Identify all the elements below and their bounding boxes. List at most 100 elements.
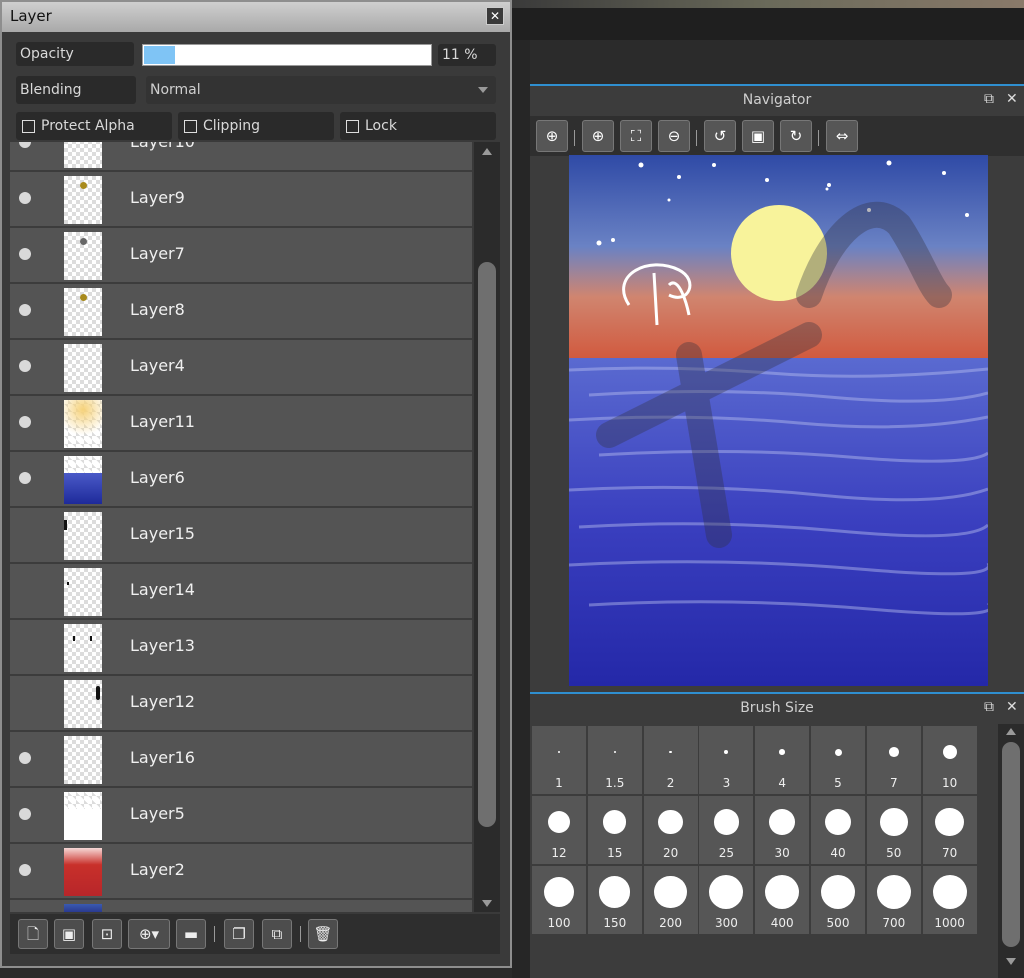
brush-size-option[interactable]: 30	[755, 796, 810, 864]
visibility-eye-icon[interactable]	[19, 360, 31, 372]
flip-horizontal-icon[interactable]: ⇔	[826, 120, 858, 152]
folder-icon[interactable]: ▬	[176, 919, 206, 949]
brush-size-option[interactable]: 1000	[922, 866, 977, 934]
brush-size-option[interactable]: 25	[699, 796, 754, 864]
brush-size-option[interactable]: 5	[811, 726, 865, 794]
opacity-slider[interactable]	[142, 44, 432, 66]
brush-size-label: 10	[941, 776, 958, 790]
brush-size-option[interactable]: 2	[643, 726, 698, 794]
layer-row[interactable]: Layer4	[10, 340, 472, 396]
close-icon[interactable]: ✕	[1006, 91, 1018, 107]
duplicate-layer-icon[interactable]: ❐	[224, 919, 254, 949]
new-halftone-layer-icon[interactable]: ⊡	[92, 919, 122, 949]
brush-dot-icon	[888, 747, 899, 757]
reset-rotation-icon[interactable]: ▣	[742, 120, 774, 152]
brush-size-option[interactable]: 3	[699, 726, 754, 794]
brush-size-option[interactable]: 200	[643, 866, 698, 934]
brush-size-option[interactable]: 7	[866, 726, 921, 794]
visibility-eye-icon[interactable]	[19, 864, 31, 876]
opacity-value-box[interactable]: 11 %	[438, 44, 496, 66]
layer-name: Layer9	[130, 188, 185, 207]
brush-dot-icon	[765, 875, 800, 909]
visibility-eye-icon[interactable]	[19, 416, 31, 428]
fit-to-window-icon[interactable]: ⛶	[620, 120, 652, 152]
zoom-actual-icon[interactable]: ⊕	[536, 120, 568, 152]
visibility-eye-icon[interactable]	[19, 142, 31, 148]
rotate-right-icon[interactable]: ↻	[780, 120, 812, 152]
layer-row[interactable]: Layer16	[10, 732, 472, 788]
brush-size-option[interactable]: 4	[755, 726, 810, 794]
visibility-eye-icon[interactable]	[19, 472, 31, 484]
protect-alpha-checkbox[interactable]: Protect Alpha	[16, 112, 172, 140]
layer-row[interactable]: Layer12	[10, 676, 472, 732]
new-raster-layer-icon[interactable]: ▣	[54, 919, 84, 949]
brush-size-scrollbar[interactable]	[998, 724, 1024, 978]
brush-size-option[interactable]: 700	[866, 866, 921, 934]
layer-row[interactable]: Layer13	[10, 620, 472, 676]
visibility-eye-icon[interactable]	[19, 752, 31, 764]
brush-size-label: 200	[659, 916, 683, 930]
layer-panel-titlebar[interactable]: Layer ✕	[2, 2, 510, 32]
zoom-out-icon[interactable]: ⊖	[658, 120, 690, 152]
visibility-eye-icon[interactable]	[19, 808, 31, 820]
brush-size-option[interactable]: 70	[922, 796, 977, 864]
scroll-down-icon[interactable]	[482, 900, 492, 907]
navigator-toolbar: ⊕ ⊕ ⛶ ⊖ ↺ ▣ ↻ ⇔	[530, 116, 1024, 156]
brush-size-option[interactable]: 10	[922, 726, 977, 794]
rotate-left-icon[interactable]: ↺	[704, 120, 736, 152]
scroll-down-icon[interactable]	[1006, 958, 1016, 965]
layer-row[interactable]: Layer5	[10, 788, 472, 844]
brush-dot-icon	[834, 748, 842, 756]
brush-size-option[interactable]: 1	[532, 726, 586, 794]
scroll-up-icon[interactable]	[1006, 728, 1016, 735]
layer-row[interactable]: Layer6	[10, 452, 472, 508]
layer-row-partial[interactable]	[10, 900, 472, 912]
layer-row[interactable]: Layer11	[10, 396, 472, 452]
brush-size-option[interactable]: 50	[866, 796, 921, 864]
popout-icon[interactable]: ⧉	[984, 91, 994, 107]
close-icon[interactable]: ✕	[486, 7, 504, 25]
layer-row[interactable]: Layer2	[10, 844, 472, 900]
layer-list-scrollbar[interactable]	[474, 142, 500, 912]
scrollbar-thumb[interactable]	[478, 262, 496, 827]
layer-row[interactable]: Layer14	[10, 564, 472, 620]
scrollbar-thumb[interactable]	[1002, 742, 1020, 947]
brush-size-label: 700	[882, 916, 906, 930]
zoom-in-icon[interactable]: ⊕	[582, 120, 614, 152]
brush-dot-icon	[599, 876, 631, 908]
merge-layer-icon[interactable]: ⧉	[262, 919, 292, 949]
brush-dot-icon	[769, 809, 796, 835]
brush-size-option[interactable]: 150	[587, 866, 642, 934]
layer-row[interactable]: Layer9	[10, 172, 472, 228]
brush-size-option[interactable]: 40	[811, 796, 865, 864]
brush-size-option[interactable]: 1.5	[587, 726, 642, 794]
visibility-eye-icon[interactable]	[19, 248, 31, 260]
brush-size-option[interactable]: 300	[699, 866, 754, 934]
clipping-checkbox[interactable]: Clipping	[178, 112, 334, 140]
trash-icon[interactable]: 🗑	[308, 919, 338, 949]
brush-size-option[interactable]: 400	[755, 866, 810, 934]
layer-name: Layer7	[130, 244, 185, 263]
layer-row[interactable]: Layer8	[10, 284, 472, 340]
brush-size-option[interactable]: 100	[532, 866, 586, 934]
navigator-preview[interactable]	[569, 155, 988, 686]
brush-size-option[interactable]: 12	[532, 796, 586, 864]
brush-dot-icon	[544, 877, 574, 907]
brush-size-option[interactable]: 500	[811, 866, 865, 934]
popout-icon[interactable]: ⧉	[984, 699, 994, 715]
layer-row[interactable]: Layer10	[10, 142, 472, 172]
add-layer-menu-icon[interactable]: ⊕▾	[128, 919, 170, 949]
layer-row[interactable]: Layer7	[10, 228, 472, 284]
brush-size-option[interactable]: 20	[643, 796, 698, 864]
layer-list[interactable]: Layer10 Layer9 Layer7 Layer8 Layer4 Layer11 La…	[10, 142, 472, 912]
new-layer-icon[interactable]: 🗋	[18, 919, 48, 949]
lock-checkbox[interactable]: Lock	[340, 112, 496, 140]
blending-select[interactable]: Normal	[146, 76, 496, 104]
visibility-eye-icon[interactable]	[19, 304, 31, 316]
visibility-eye-icon[interactable]	[19, 192, 31, 204]
canvas-edge	[512, 40, 530, 978]
scroll-up-icon[interactable]	[482, 148, 492, 155]
close-icon[interactable]: ✕	[1006, 699, 1018, 715]
brush-size-option[interactable]: 15	[587, 796, 642, 864]
layer-row[interactable]: Layer15	[10, 508, 472, 564]
